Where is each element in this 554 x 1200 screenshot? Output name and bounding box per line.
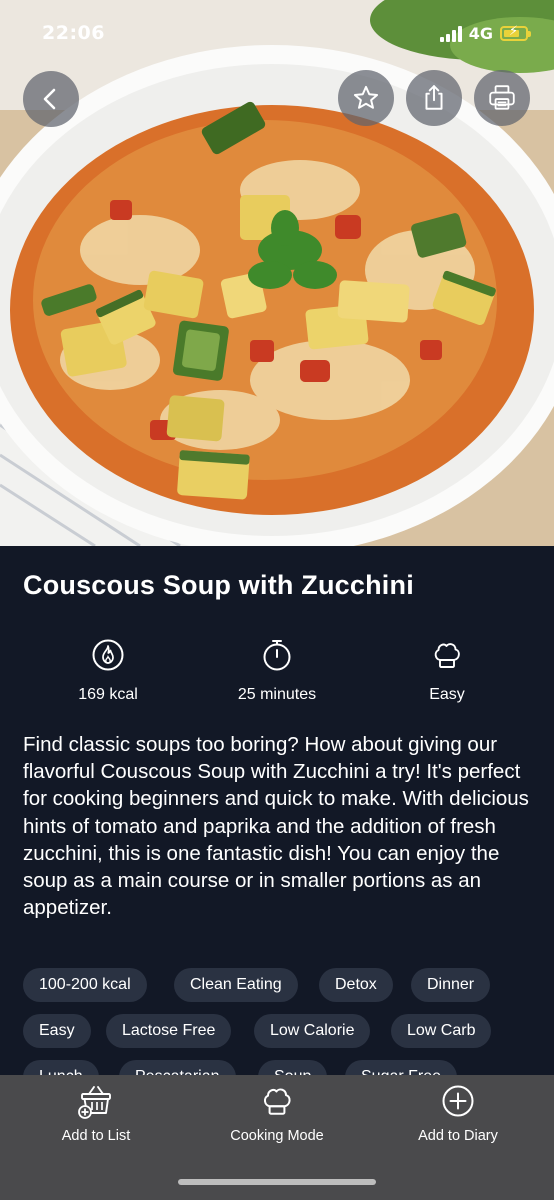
share-icon (425, 85, 443, 110)
cooking-mode-label: Cooking Mode (230, 1128, 324, 1144)
stat-duration: 25 minutes (207, 638, 347, 704)
print-button[interactable] (474, 70, 530, 126)
recipe-title: Couscous Soup with Zucchini (23, 570, 414, 600)
stat-difficulty: Easy (377, 638, 517, 704)
add-to-list-button[interactable]: Add to List (16, 1083, 176, 1144)
duration-label: 25 minutes (237, 686, 317, 703)
soup-illustration (0, 0, 554, 546)
tag-chip[interactable]: 100-200 kcal (23, 968, 147, 1002)
chef-hat-icon (434, 643, 460, 668)
back-button[interactable] (23, 71, 79, 127)
basket-add-icon (78, 1086, 111, 1119)
cooking-mode-button[interactable]: Cooking Mode (197, 1083, 357, 1144)
recipe-photo: 22:06 4G ⚡ (0, 0, 554, 546)
recipe-description: Find classic soups too boring? How about… (23, 733, 529, 920)
printer-icon (489, 85, 515, 110)
add-to-diary-label: Add to Diary (418, 1128, 498, 1144)
difficulty-label: Easy (429, 686, 465, 703)
tag-chip[interactable]: Detox (319, 968, 393, 1002)
status-indicators: 4G ⚡ (439, 24, 531, 43)
tag-chip[interactable]: Low Carb (391, 1014, 492, 1048)
calories-label: 169 kcal (78, 686, 138, 703)
chef-hat-icon (264, 1088, 291, 1115)
star-icon (353, 85, 379, 109)
share-button[interactable] (406, 70, 462, 126)
stat-calories: 169 kcal (38, 638, 178, 704)
tag-chip[interactable]: Lactose Free (106, 1014, 232, 1048)
tag-chip[interactable]: Easy (23, 1014, 91, 1048)
network-type: 4G (468, 24, 493, 43)
favorite-button[interactable] (338, 70, 394, 126)
recipe-screen: 22:06 4G ⚡ Couscous Soup with Zucchini 1… (0, 0, 554, 1200)
status-time: 22:06 (42, 22, 105, 44)
signal-icon (439, 25, 462, 42)
add-to-diary-button[interactable]: Add to Diary (378, 1083, 538, 1144)
stopwatch-icon (263, 640, 291, 671)
battery-icon: ⚡ (500, 25, 531, 41)
recipe-stats: 169 kcal 25 minutes Easy (0, 638, 554, 718)
status-bar: 22:06 4G ⚡ (0, 0, 554, 70)
home-indicator[interactable] (178, 1179, 376, 1185)
plus-circle-icon (442, 1085, 474, 1117)
tag-chip[interactable]: Dinner (411, 968, 491, 1002)
add-to-list-label: Add to List (61, 1128, 131, 1144)
chevron-left-icon (43, 88, 56, 110)
tag-chip[interactable]: Low Calorie (254, 1014, 371, 1048)
tag-chip[interactable]: Clean Eating (174, 968, 298, 1002)
flame-icon (92, 639, 124, 671)
